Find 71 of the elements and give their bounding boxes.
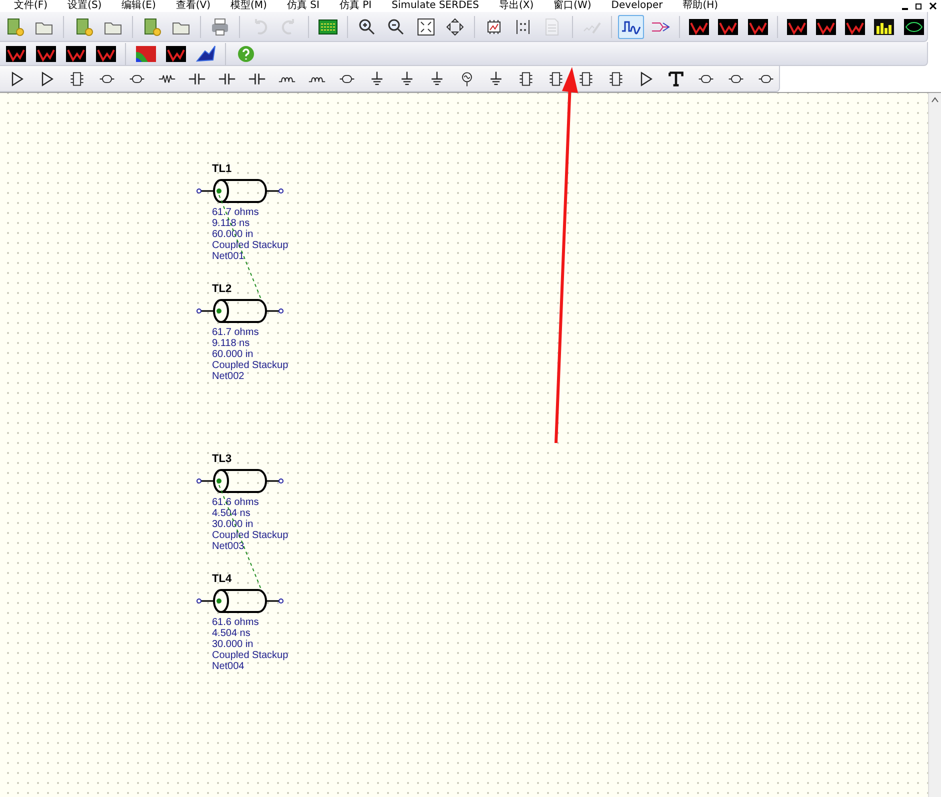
document-icon xyxy=(5,16,26,36)
delay-text: 9.118 ns xyxy=(212,218,251,229)
oscilloscope-icon xyxy=(718,16,738,36)
impedance-text: 61.6 ohms xyxy=(212,497,260,508)
oscilloscope-icon xyxy=(689,16,710,36)
ic-symbol-icon xyxy=(517,70,536,88)
heatmap-icon xyxy=(136,44,156,64)
length-text: 30.000 in xyxy=(212,639,254,650)
length-text: 60.000 in xyxy=(212,349,254,360)
ic-symbol-icon xyxy=(547,70,566,88)
net-name-text: Net004 xyxy=(212,661,246,672)
oscilloscope-icon xyxy=(845,16,866,36)
line-label: TL3 xyxy=(212,453,233,465)
toolbar-button[interactable] xyxy=(618,14,644,38)
menu-item[interactable]: Developer xyxy=(601,0,673,12)
menu-item[interactable]: 导出(X) xyxy=(488,0,544,12)
oscilloscope-icon xyxy=(816,16,836,36)
inductor-symbol-icon xyxy=(308,74,326,82)
text-tool-icon xyxy=(667,70,686,88)
inductor-symbol-icon xyxy=(278,74,296,82)
ic-symbol-icon xyxy=(577,70,596,88)
oscilloscope-icon xyxy=(786,16,807,36)
model-text: Coupled Stackup xyxy=(212,650,288,661)
close-icon[interactable] xyxy=(929,2,937,10)
impedance-text: 61.6 ohms xyxy=(212,617,260,628)
document-icon xyxy=(74,16,94,36)
net-name-text: Net001 xyxy=(212,251,246,262)
restore-icon[interactable] xyxy=(915,2,923,10)
menu-item[interactable]: 仿真 PI xyxy=(329,0,382,12)
zoom-out-icon xyxy=(386,16,406,36)
scrollbar[interactable] xyxy=(928,93,941,797)
length-text: 60.000 in xyxy=(212,229,254,240)
model-text: Coupled Stackup xyxy=(212,530,288,541)
ic-symbol-icon xyxy=(607,70,626,88)
oscilloscope-icon xyxy=(6,44,26,64)
impedance-text: 61.7 ohms xyxy=(212,327,260,338)
ic-symbol-icon xyxy=(68,70,86,88)
eye-diagram-icon xyxy=(904,16,924,36)
help-icon xyxy=(236,44,256,64)
impedance-text: 61.7 ohms xyxy=(212,207,260,218)
delay-text: 4.504 ns xyxy=(212,508,252,519)
document-icon xyxy=(142,16,162,36)
model-text: Coupled Stackup xyxy=(212,240,288,251)
bar-chart-icon xyxy=(874,16,894,36)
length-text: 30.000 in xyxy=(212,519,254,530)
delay-text: 4.504 ns xyxy=(212,628,252,639)
zoom-in-icon xyxy=(357,16,378,36)
printer-icon xyxy=(210,16,230,36)
oscilloscope-icon xyxy=(36,44,56,64)
menu-item[interactable]: 模型(M) xyxy=(220,0,277,12)
oscilloscope-icon xyxy=(66,44,86,64)
menu-item[interactable]: 编辑(E) xyxy=(112,0,166,12)
oscilloscope-icon xyxy=(96,44,116,64)
menu-item[interactable]: 帮助(H) xyxy=(672,0,728,12)
line-label: TL1 xyxy=(212,163,233,175)
line-label: TL2 xyxy=(212,283,233,295)
fit-to-window-icon xyxy=(416,16,436,36)
menu-item[interactable]: Simulate SERDES xyxy=(382,0,489,12)
menu-item[interactable]: 查看(V) xyxy=(166,0,220,12)
menu-item[interactable]: 设置(S) xyxy=(58,0,112,12)
menu-item[interactable]: 仿真 SI xyxy=(276,0,330,12)
oscilloscope-icon xyxy=(748,16,768,36)
pan-icon xyxy=(444,16,465,36)
net-name-text: Net003 xyxy=(212,541,246,552)
model-text: Coupled Stackup xyxy=(212,360,288,371)
circuit-board-icon xyxy=(318,16,338,36)
oscilloscope-icon xyxy=(166,44,186,64)
net-name-text: Net002 xyxy=(212,371,246,382)
line-label: TL4 xyxy=(212,573,233,585)
scroll-up-icon[interactable] xyxy=(931,97,939,103)
delay-text: 9.118 ns xyxy=(212,338,251,349)
